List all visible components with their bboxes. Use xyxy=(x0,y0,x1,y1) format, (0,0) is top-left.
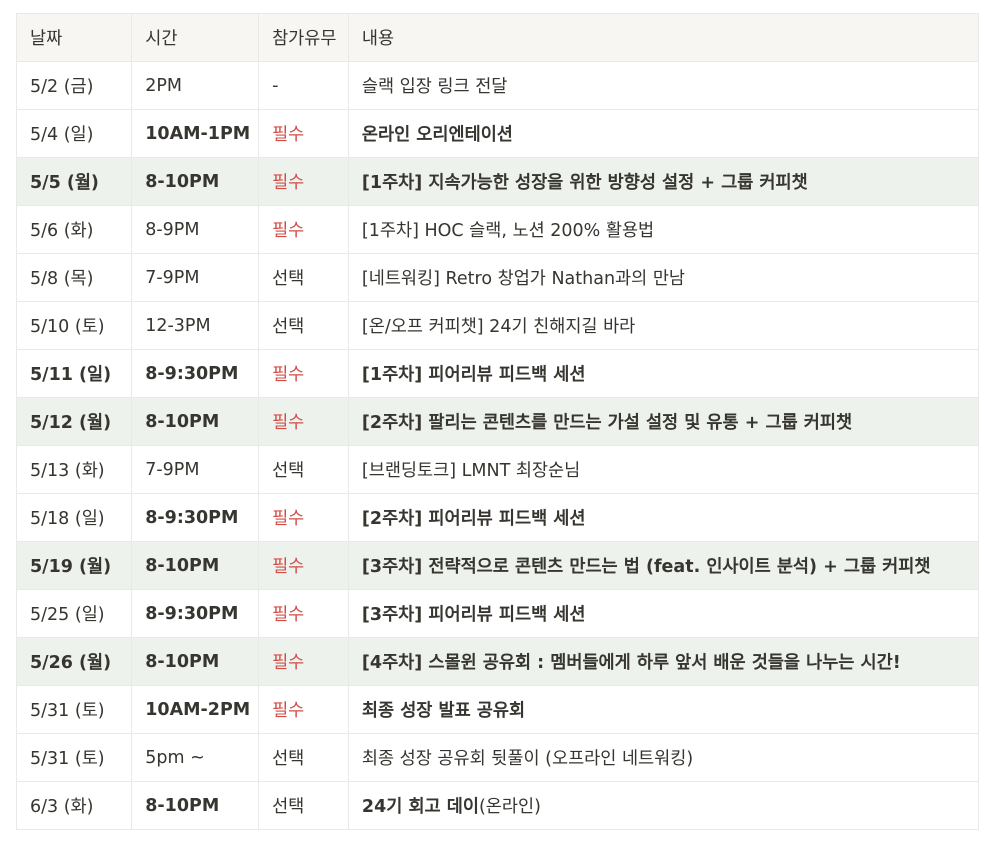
cell-content: [3주차] 전략적으로 콘텐츠 만드는 법 (feat. 인사이트 분석) + … xyxy=(347,541,980,590)
cell-attendance: 필수 xyxy=(258,109,349,158)
cell-time: 10AM-1PM xyxy=(131,109,260,158)
cell-content: [3주차] 피어리뷰 피드백 세션 xyxy=(347,589,980,638)
cell-attendance: - xyxy=(258,61,349,110)
cell-time: 8-9PM xyxy=(131,205,260,254)
cell-content: [브랜딩토크] LMNT 최장순님 xyxy=(347,445,980,494)
cell-date: 5/5 (월) xyxy=(15,157,133,206)
cell-content: [1주차] 피어리뷰 피드백 세션 xyxy=(347,349,980,398)
cell-time: 8-10PM xyxy=(131,397,260,446)
cell-attendance: 필수 xyxy=(258,637,349,686)
cell-time: 10AM-2PM xyxy=(131,685,260,734)
cell-content: 24기 회고 데이(온라인) xyxy=(347,781,980,830)
cell-content: [1주차] HOC 슬랙, 노션 200% 활용법 xyxy=(347,205,980,254)
cell-time: 8-10PM xyxy=(131,781,260,830)
cell-date: 5/31 (토) xyxy=(15,733,133,782)
cell-content: [2주차] 피어리뷰 피드백 세션 xyxy=(347,493,980,542)
table-row: 5/31 (토) 5pm ~ 선택 최종 성장 공유회 뒷풀이 (오프라인 네트… xyxy=(15,733,980,782)
cell-attendance: 필수 xyxy=(258,157,349,206)
cell-date: 5/31 (토) xyxy=(15,685,133,734)
cell-attendance: 필수 xyxy=(258,685,349,734)
header-attendance: 참가유무 xyxy=(258,13,349,62)
cell-time: 8-9:30PM xyxy=(131,589,260,638)
cell-attendance: 필수 xyxy=(258,205,349,254)
cell-time: 2PM xyxy=(131,61,260,110)
schedule-table: 날짜 시간 참가유무 내용 5/2 (금) 2PM - 슬랙 입장 링크 전달 … xyxy=(15,13,980,830)
cell-time: 8-10PM xyxy=(131,637,260,686)
cell-date: 5/6 (화) xyxy=(15,205,133,254)
cell-time: 7-9PM xyxy=(131,253,260,302)
header-date: 날짜 xyxy=(15,13,133,62)
table-row: 5/10 (토) 12-3PM 선택 [온/오프 커피챗] 24기 친해지길 바… xyxy=(15,301,980,350)
cell-content-bold: 24기 회고 데이 xyxy=(361,797,479,817)
cell-time: 5pm ~ xyxy=(131,733,260,782)
cell-date: 5/19 (월) xyxy=(15,541,133,590)
cell-attendance: 필수 xyxy=(258,349,349,398)
cell-attendance: 필수 xyxy=(258,493,349,542)
cell-time: 8-9:30PM xyxy=(131,349,260,398)
cell-content: 최종 성장 공유회 뒷풀이 (오프라인 네트워킹) xyxy=(347,733,980,782)
cell-date: 5/8 (목) xyxy=(15,253,133,302)
cell-date: 5/12 (월) xyxy=(15,397,133,446)
cell-date: 6/3 (화) xyxy=(15,781,133,830)
cell-content: [네트워킹] Retro 창업가 Nathan과의 만남 xyxy=(347,253,980,302)
cell-time: 8-10PM xyxy=(131,541,260,590)
table-row: 5/12 (월) 8-10PM 필수 [2주차] 팔리는 콘텐츠를 만드는 가설… xyxy=(15,397,980,446)
cell-content-suffix: (온라인) xyxy=(478,797,541,817)
table-row: 5/4 (일) 10AM-1PM 필수 온라인 오리엔테이션 xyxy=(15,109,980,158)
cell-time: 12-3PM xyxy=(131,301,260,350)
table-row: 5/31 (토) 10AM-2PM 필수 최종 성장 발표 공유회 xyxy=(15,685,980,734)
table-row: 5/8 (목) 7-9PM 선택 [네트워킹] Retro 창업가 Nathan… xyxy=(15,253,980,302)
cell-date: 5/25 (일) xyxy=(15,589,133,638)
table-row: 6/3 (화) 8-10PM 선택 24기 회고 데이(온라인) xyxy=(15,781,980,830)
table-row: 5/25 (일) 8-9:30PM 필수 [3주차] 피어리뷰 피드백 세션 xyxy=(15,589,980,638)
cell-attendance: 선택 xyxy=(258,253,349,302)
cell-date: 5/2 (금) xyxy=(15,61,133,110)
table-row: 5/5 (월) 8-10PM 필수 [1주차] 지속가능한 성장을 위한 방향성… xyxy=(15,157,980,206)
cell-attendance: 선택 xyxy=(258,781,349,830)
header-time: 시간 xyxy=(131,13,260,62)
cell-date: 5/13 (화) xyxy=(15,445,133,494)
cell-content: 최종 성장 발표 공유회 xyxy=(347,685,980,734)
cell-attendance: 필수 xyxy=(258,397,349,446)
table-header-row: 날짜 시간 참가유무 내용 xyxy=(15,13,980,62)
cell-attendance: 선택 xyxy=(258,445,349,494)
table-row: 5/2 (금) 2PM - 슬랙 입장 링크 전달 xyxy=(15,61,980,110)
table-row: 5/11 (일) 8-9:30PM 필수 [1주차] 피어리뷰 피드백 세션 xyxy=(15,349,980,398)
table-row: 5/13 (화) 7-9PM 선택 [브랜딩토크] LMNT 최장순님 xyxy=(15,445,980,494)
cell-date: 5/10 (토) xyxy=(15,301,133,350)
table-row: 5/18 (일) 8-9:30PM 필수 [2주차] 피어리뷰 피드백 세션 xyxy=(15,493,980,542)
table-row: 5/19 (월) 8-10PM 필수 [3주차] 전략적으로 콘텐츠 만드는 법… xyxy=(15,541,980,590)
cell-time: 8-9:30PM xyxy=(131,493,260,542)
cell-attendance: 필수 xyxy=(258,541,349,590)
table-row: 5/26 (월) 8-10PM 필수 [4주차] 스몰윈 공유회 : 멤버들에게… xyxy=(15,637,980,686)
table-row: 5/6 (화) 8-9PM 필수 [1주차] HOC 슬랙, 노션 200% 활… xyxy=(15,205,980,254)
cell-date: 5/26 (월) xyxy=(15,637,133,686)
cell-content: [1주차] 지속가능한 성장을 위한 방향성 설정 + 그룹 커피챗 xyxy=(347,157,980,206)
cell-attendance: 선택 xyxy=(258,301,349,350)
cell-date: 5/4 (일) xyxy=(15,109,133,158)
cell-content: 온라인 오리엔테이션 xyxy=(347,109,980,158)
cell-attendance: 선택 xyxy=(258,733,349,782)
cell-content: 슬랙 입장 링크 전달 xyxy=(347,61,980,110)
cell-time: 7-9PM xyxy=(131,445,260,494)
header-content: 내용 xyxy=(347,13,980,62)
cell-attendance: 필수 xyxy=(258,589,349,638)
cell-content: [4주차] 스몰윈 공유회 : 멤버들에게 하루 앞서 배운 것들을 나누는 시… xyxy=(347,637,980,686)
cell-content: [온/오프 커피챗] 24기 친해지길 바라 xyxy=(347,301,980,350)
cell-date: 5/18 (일) xyxy=(15,493,133,542)
cell-date: 5/11 (일) xyxy=(15,349,133,398)
cell-content: [2주차] 팔리는 콘텐츠를 만드는 가설 설정 및 유통 + 그룹 커피챗 xyxy=(347,397,980,446)
cell-time: 8-10PM xyxy=(131,157,260,206)
